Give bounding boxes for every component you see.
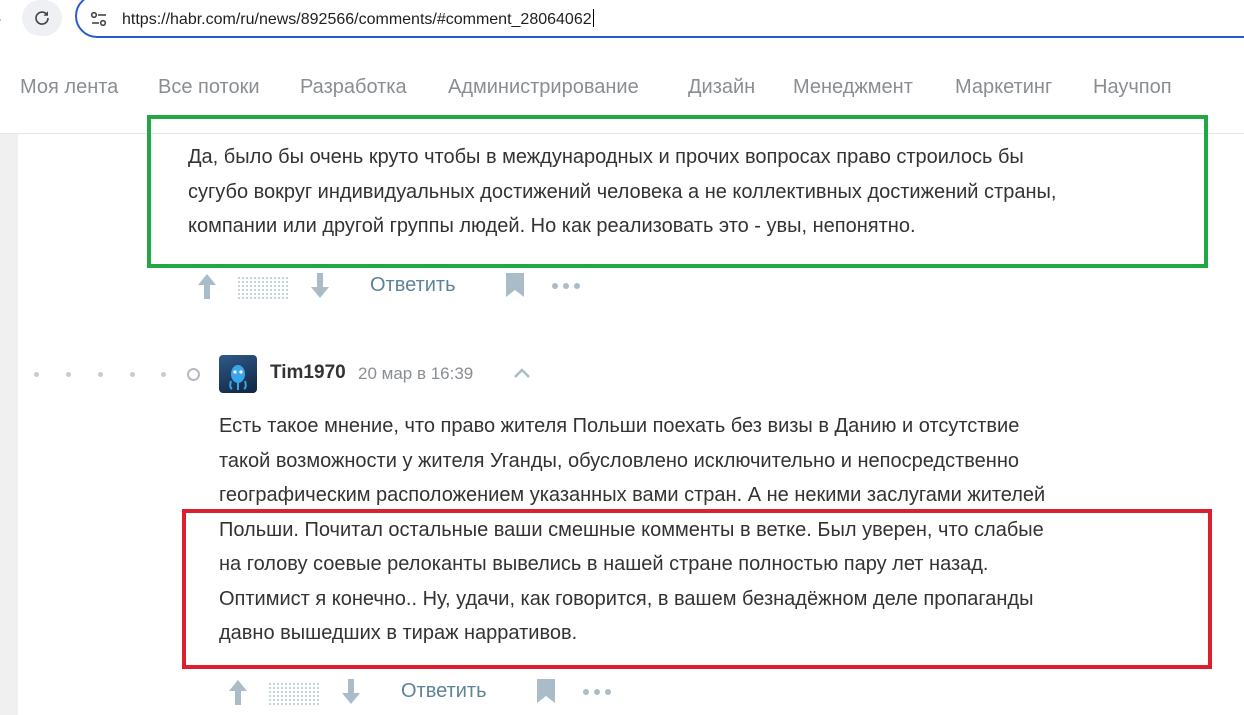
indent-dot	[98, 372, 103, 377]
vote-up-icon[interactable]	[195, 272, 219, 300]
vote-down-icon[interactable]	[308, 272, 332, 300]
indent-dot	[130, 372, 135, 377]
comment-actions: Ответить	[226, 678, 626, 708]
comment-actions: Ответить	[195, 272, 595, 302]
green-highlight-frame	[147, 115, 1208, 268]
reply-link[interactable]: Ответить	[370, 274, 456, 297]
reply-link[interactable]: Ответить	[401, 680, 487, 703]
nav-item-marketing[interactable]: Маркетинг	[955, 76, 1052, 99]
more-icon[interactable]	[582, 688, 612, 696]
comment-timestamp[interactable]: 20 мар в 16:39	[358, 364, 473, 384]
tune-icon[interactable]	[89, 9, 109, 29]
indent-dot	[66, 372, 71, 377]
comment-line: такой возможности у жителя Уганды, обусл…	[219, 449, 1019, 472]
address-bar[interactable]: https://habr.com/ru/news/892566/comments…	[75, 0, 1244, 38]
nav-item-all-flows[interactable]: Все потоки	[158, 76, 260, 99]
comment-line: Есть такое мнение, что право жителя Поль…	[219, 415, 1020, 437]
avatar[interactable]	[219, 355, 257, 393]
vote-down-icon[interactable]	[339, 678, 363, 706]
vote-up-icon[interactable]	[226, 678, 250, 706]
nav-item-admin[interactable]: Администрирование	[448, 76, 639, 99]
chevron-up-icon[interactable]	[512, 366, 532, 380]
indent-dot	[161, 372, 166, 377]
url-text[interactable]: https://habr.com/ru/news/892566/comments…	[122, 9, 594, 29]
more-icon[interactable]	[551, 282, 581, 290]
text-caret	[592, 9, 594, 27]
reload-icon	[35, 11, 49, 25]
vote-score-hidden	[237, 276, 289, 300]
indent-ring-icon[interactable]	[187, 368, 200, 381]
user-avatar-image	[229, 365, 247, 390]
nav-item-my-feed[interactable]: Моя лента	[20, 76, 118, 99]
comment-line: географическим расположением указанных в…	[219, 484, 1046, 506]
nav-item-management[interactable]: Менеджмент	[793, 76, 913, 99]
indent-dot	[34, 372, 39, 377]
bookmark-icon[interactable]	[505, 272, 525, 298]
nav-item-popsci[interactable]: Научпоп	[1093, 76, 1172, 99]
back-arrow-icon[interactable]: ›	[0, 11, 1, 29]
reload-button[interactable]	[22, 0, 62, 36]
browser-toolbar: › https://habr.com/ru/news/892566/commen…	[0, 0, 1244, 42]
nav-item-development[interactable]: Разработка	[300, 76, 407, 99]
nav-item-design[interactable]: Дизайн	[688, 76, 755, 99]
comment-author[interactable]: Tim1970	[270, 362, 346, 384]
red-highlight-frame	[182, 509, 1212, 669]
bookmark-icon[interactable]	[536, 678, 556, 704]
vote-score-hidden	[268, 682, 320, 706]
